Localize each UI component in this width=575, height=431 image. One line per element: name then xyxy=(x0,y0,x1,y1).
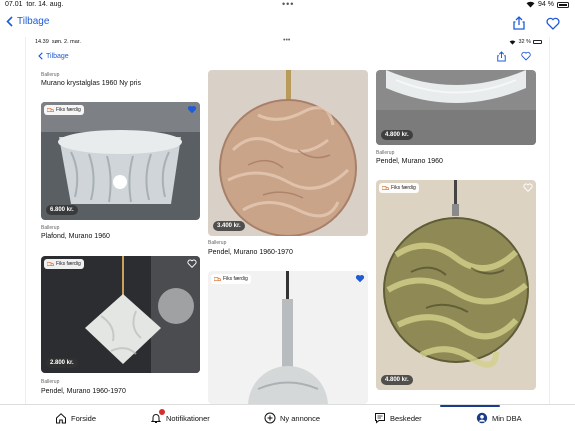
status-right: 94 % xyxy=(526,1,569,8)
back-label: Tilbage xyxy=(17,16,50,27)
top-nav: Tilbage xyxy=(0,11,575,37)
listing-image[interactable]: Fiks færdig 6.800 kr. xyxy=(41,102,200,220)
inner-back-button[interactable]: Tilbage xyxy=(38,52,69,60)
inner-wifi-icon xyxy=(510,40,516,45)
chevron-left-icon xyxy=(6,16,13,27)
inner-nav: Tilbage xyxy=(26,47,549,69)
status-bar: 07.01 tor. 14. aug. ••• 94 % xyxy=(0,0,575,11)
heart-icon xyxy=(546,17,560,30)
favorite-button[interactable] xyxy=(546,16,560,30)
heart-filled-icon xyxy=(355,274,364,283)
truck-icon xyxy=(214,276,221,281)
listing-location: Ballerup xyxy=(41,379,60,385)
favorite-heart[interactable] xyxy=(186,258,197,269)
inner-share-icon[interactable] xyxy=(497,51,506,62)
truck-icon xyxy=(382,185,389,190)
status-time-date: 07.01 tor. 14. aug. xyxy=(5,1,64,8)
share-button[interactable] xyxy=(512,16,526,30)
tab-min-dba[interactable]: Min DBA xyxy=(476,412,522,424)
truck-icon xyxy=(47,107,54,112)
inner-chevron-left-icon xyxy=(38,52,43,60)
favorite-heart[interactable] xyxy=(186,104,197,115)
price-badge: 6.800 kr. xyxy=(46,205,78,215)
bottom-tab-bar: Forside Notifikationer Ny annonce Besked… xyxy=(0,404,575,431)
truck-icon xyxy=(47,261,54,266)
notification-badge xyxy=(159,409,165,415)
inner-battery-icon xyxy=(533,40,542,44)
embedded-screenshot: 14.39 søn. 2. mar. ••• 32 % Tilbage Ball… xyxy=(25,37,550,404)
fiks-faerdig-badge: Fiks færdig xyxy=(211,274,251,284)
listing-image[interactable]: Fiks færdig 4.800 kr. xyxy=(376,180,536,390)
listing-title[interactable]: Pendel, Murano 1960-1970 xyxy=(41,388,126,395)
listing-title[interactable]: Murano krystalglas 1960 Ny pris xyxy=(41,80,141,87)
fiks-faerdig-badge: Fiks færdig xyxy=(44,259,84,269)
tab-beskeder[interactable]: Beskeder xyxy=(374,412,422,424)
favorite-heart[interactable] xyxy=(522,182,533,193)
price-badge: 2.800 kr. xyxy=(46,358,78,368)
wifi-icon xyxy=(526,1,535,8)
heart-outline-icon xyxy=(522,183,533,192)
multitask-dots[interactable]: ••• xyxy=(282,0,294,9)
battery-icon xyxy=(557,1,569,8)
heart-filled-icon xyxy=(187,105,196,114)
price-badge: 4.800 kr. xyxy=(381,130,413,140)
price-badge: 4.800 kr. xyxy=(381,375,413,385)
listing-location: Ballerup xyxy=(41,225,60,231)
listing-title[interactable]: Plafond, Murano 1960 xyxy=(41,233,110,240)
tab-notifikationer[interactable]: Notifikationer xyxy=(150,409,210,424)
profile-icon xyxy=(476,412,488,424)
fiks-faerdig-badge: Fiks færdig xyxy=(379,183,419,193)
listing-image[interactable]: Fiks færdig xyxy=(208,271,368,404)
tab-ny-annonce[interactable]: Ny annonce xyxy=(264,412,320,424)
heart-outline-icon xyxy=(186,259,197,268)
listing-image[interactable]: 3.400 kr. xyxy=(208,70,368,236)
listing-location: Ballerup xyxy=(208,240,227,246)
listing-location: Ballerup xyxy=(376,150,395,156)
inner-status-bar: 14.39 søn. 2. mar. ••• 32 % xyxy=(26,37,549,47)
listing-title[interactable]: Pendel, Murano 1960-1970 xyxy=(208,249,293,256)
fiks-faerdig-badge: Fiks færdig xyxy=(44,105,84,115)
listing-title[interactable]: Pendel, Murano 1960 xyxy=(376,158,443,165)
favorite-heart[interactable] xyxy=(354,273,365,284)
tab-forside[interactable]: Forside xyxy=(55,412,96,424)
inner-heart-icon[interactable] xyxy=(521,51,531,61)
plus-circle-icon xyxy=(264,412,276,424)
back-button[interactable]: Tilbage xyxy=(6,16,49,27)
listing-image[interactable]: Fiks færdig 2.800 kr. xyxy=(41,256,200,373)
home-icon xyxy=(56,413,66,424)
share-icon xyxy=(513,16,525,30)
active-tab-indicator xyxy=(440,405,500,407)
listing-location: Ballerup xyxy=(41,72,60,78)
price-badge: 3.400 kr. xyxy=(213,221,245,231)
chat-icon xyxy=(375,413,385,424)
listing-image[interactable]: 4.800 kr. xyxy=(376,70,536,145)
